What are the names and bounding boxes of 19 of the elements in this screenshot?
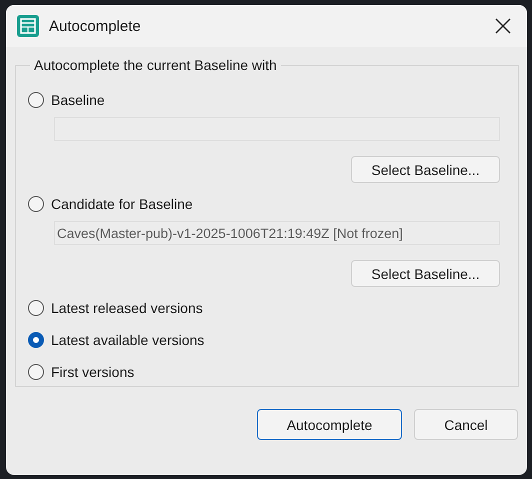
group-label: Autocomplete the current Baseline with (33, 57, 278, 73)
select-baseline-button[interactable]: Select Baseline... (351, 156, 500, 183)
radio-button[interactable] (28, 300, 44, 316)
radio-button[interactable] (28, 364, 44, 380)
radio-button[interactable] (28, 332, 44, 348)
baseline-field[interactable]: Caves(Master-pub)-v1-2025-1006T21:19:49Z [Not frozen] (54, 221, 500, 245)
app-icon (17, 15, 39, 37)
autocomplete-button[interactable]: Autocomplete (257, 409, 402, 440)
option-label[interactable]: Latest released versions (51, 300, 203, 316)
option-label[interactable]: First versions (51, 364, 134, 380)
option-label[interactable]: Baseline (51, 92, 105, 108)
radio-button[interactable] (28, 196, 44, 212)
radio-button[interactable] (28, 92, 44, 108)
close-icon[interactable] (495, 18, 511, 34)
cancel-button[interactable]: Cancel (414, 409, 518, 440)
option-label[interactable]: Latest available versions (51, 332, 204, 348)
window-title: Autocomplete (49, 18, 142, 34)
option-label[interactable]: Candidate for Baseline (51, 196, 193, 212)
select-baseline-button[interactable]: Select Baseline... (351, 260, 500, 287)
